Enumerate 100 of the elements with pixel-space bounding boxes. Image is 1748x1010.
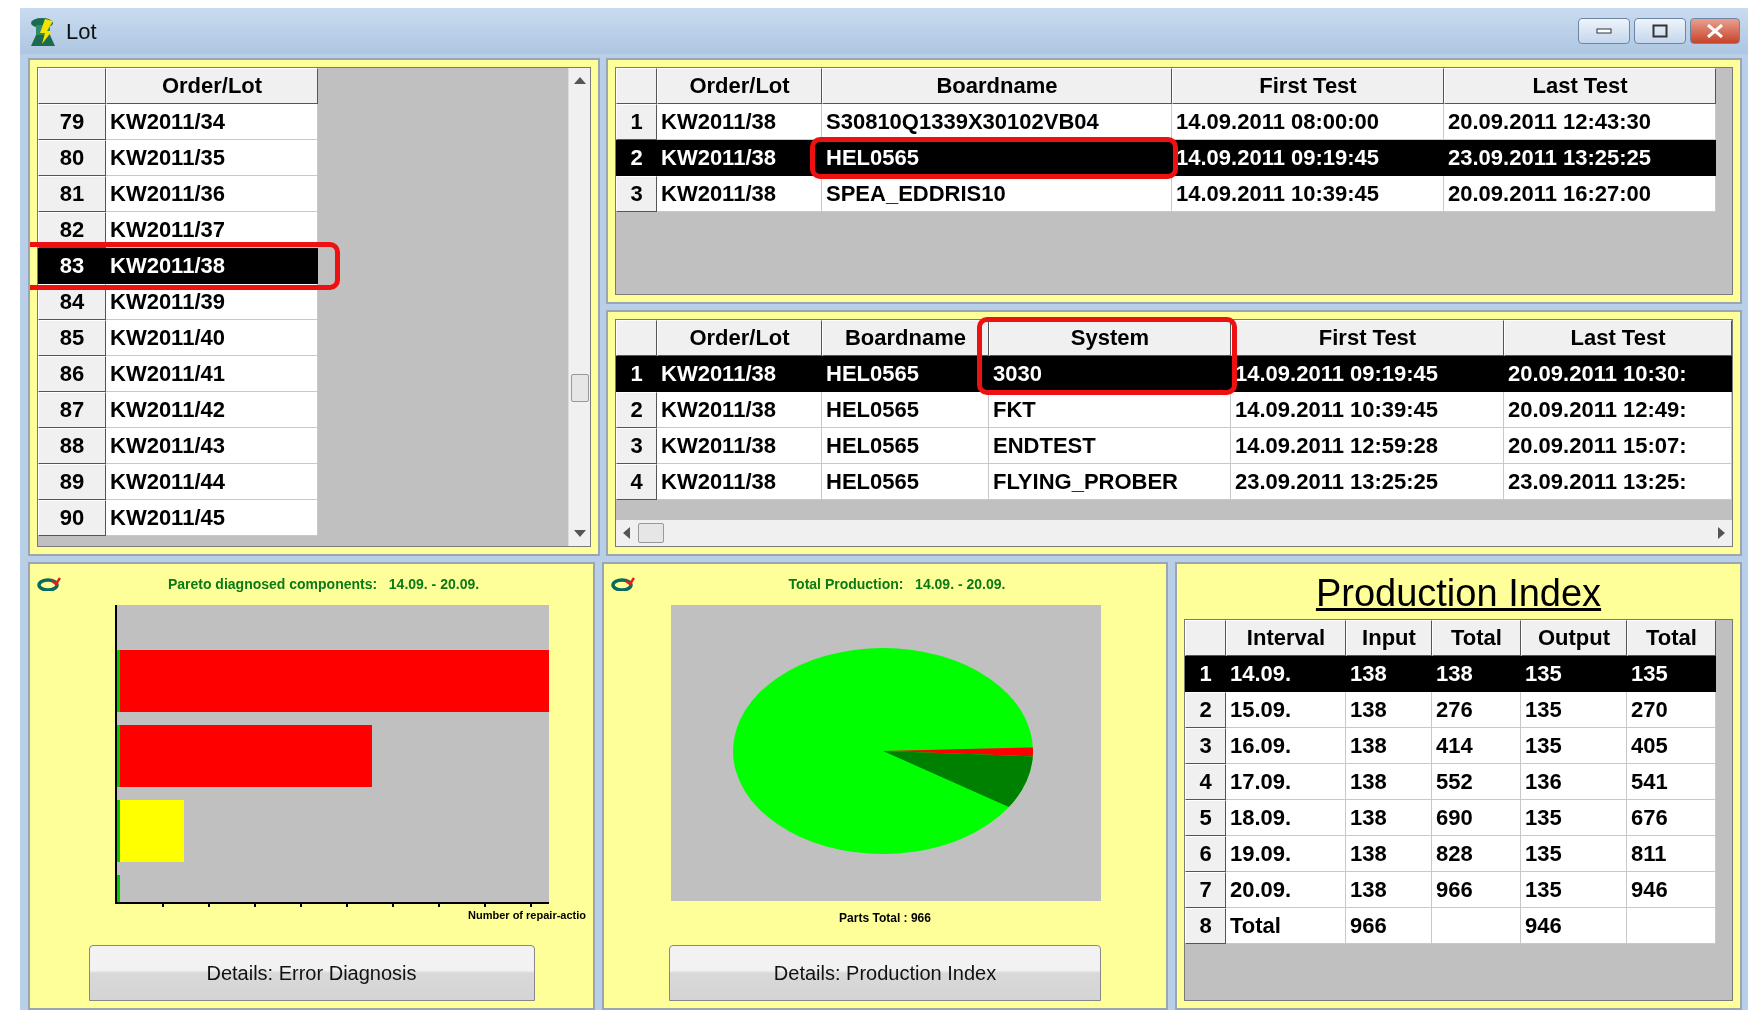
- maximize-button[interactable]: [1634, 18, 1686, 44]
- row-header[interactable]: 89: [38, 464, 106, 500]
- column-header[interactable]: Last Test: [1444, 68, 1716, 104]
- row-header[interactable]: 86: [38, 356, 106, 392]
- close-button[interactable]: [1690, 18, 1740, 44]
- row-header[interactable]: 3: [616, 176, 657, 212]
- scroll-up-icon[interactable]: [573, 76, 586, 84]
- table-cell: 20.09.2011 12:43:30: [1444, 104, 1716, 140]
- column-header[interactable]: System: [989, 320, 1231, 356]
- table-cell: 414: [1432, 728, 1521, 764]
- row-header[interactable]: 2: [616, 392, 657, 428]
- table-cell: KW2011/38: [657, 428, 822, 464]
- table-cell: 138: [1346, 836, 1432, 872]
- table-cell: 966: [1432, 872, 1521, 908]
- table-cell: 15.09.: [1226, 692, 1346, 728]
- table-cell: KW2011/43: [106, 428, 318, 464]
- table-cell: 16.09.: [1226, 728, 1346, 764]
- column-header[interactable]: Order/Lot: [657, 320, 822, 356]
- table-cell: KW2011/42: [106, 392, 318, 428]
- table-cell: 138: [1432, 656, 1521, 692]
- table-cell: KW2011/38: [657, 392, 822, 428]
- column-header[interactable]: First Test: [1172, 68, 1444, 104]
- table-cell: KW2011/38: [657, 176, 822, 212]
- column-header[interactable]: Input: [1346, 620, 1432, 656]
- row-header[interactable]: 88: [38, 428, 106, 464]
- row-header[interactable]: 8: [1185, 908, 1226, 944]
- row-header[interactable]: 1: [1185, 656, 1226, 692]
- table-cell: 14.09.2011 08:00:00: [1172, 104, 1444, 140]
- row-header[interactable]: 6: [1185, 836, 1226, 872]
- header-corner: [616, 320, 657, 356]
- column-header[interactable]: Order/Lot: [106, 68, 318, 104]
- table-cell: 135: [1521, 728, 1627, 764]
- row-header[interactable]: 1: [616, 356, 657, 392]
- table-cell: 138: [1346, 692, 1432, 728]
- row-header[interactable]: 81: [38, 176, 106, 212]
- table-cell: 135: [1521, 872, 1627, 908]
- table-cell: 690: [1432, 800, 1521, 836]
- table-cell: 23.09.2011 13:25:: [1504, 464, 1732, 500]
- table-cell: KW2011/38: [657, 104, 822, 140]
- row-header[interactable]: 5: [1185, 800, 1226, 836]
- table-cell: KW2011/41: [106, 356, 318, 392]
- table-cell: 19.09.: [1226, 836, 1346, 872]
- row-header[interactable]: 7: [1185, 872, 1226, 908]
- table-cell: 14.09.2011 09:19:45: [1172, 140, 1444, 176]
- row-header[interactable]: 4: [1185, 764, 1226, 800]
- table-cell: 14.09.2011 10:39:45: [1172, 176, 1444, 212]
- table-cell: KW2011/38: [657, 140, 822, 176]
- column-header[interactable]: Boardname: [822, 320, 989, 356]
- row-header[interactable]: 2: [1185, 692, 1226, 728]
- app-icon: [28, 15, 58, 47]
- logo-icon: [611, 577, 635, 591]
- table-cell: KW2011/35: [106, 140, 318, 176]
- scroll-right-icon[interactable]: [1718, 527, 1726, 539]
- chart-title: Total Production: 14.09. - 20.09.: [787, 574, 1007, 594]
- row-header[interactable]: 2: [616, 140, 657, 176]
- table-cell: 946: [1627, 872, 1716, 908]
- table-cell: 138: [1346, 728, 1432, 764]
- row-header[interactable]: 83: [38, 248, 106, 284]
- minimize-icon: [1596, 28, 1612, 34]
- column-header[interactable]: Last Test: [1504, 320, 1732, 356]
- table-cell: 23.09.2011 13:25:25: [1444, 140, 1716, 176]
- table-cell: 405: [1627, 728, 1716, 764]
- maximize-icon: [1652, 24, 1668, 38]
- table-cell: KW2011/38: [657, 356, 822, 392]
- table-cell: 828: [1432, 836, 1521, 872]
- horizontal-scrollbar[interactable]: [616, 520, 1732, 546]
- table-cell: 552: [1432, 764, 1521, 800]
- table-cell: 946: [1521, 908, 1627, 944]
- scroll-thumb[interactable]: [638, 523, 664, 543]
- column-header[interactable]: Total: [1432, 620, 1521, 656]
- scroll-thumb[interactable]: [570, 374, 589, 402]
- row-header[interactable]: 90: [38, 500, 106, 536]
- row-header[interactable]: 80: [38, 140, 106, 176]
- column-header[interactable]: Total: [1627, 620, 1716, 656]
- row-header[interactable]: 3: [1185, 728, 1226, 764]
- table-cell: 23.09.2011 13:25:25: [1231, 464, 1504, 500]
- row-header[interactable]: 4: [616, 464, 657, 500]
- vertical-scrollbar[interactable]: [568, 68, 590, 546]
- column-header[interactable]: Boardname: [822, 68, 1172, 104]
- row-header[interactable]: 85: [38, 320, 106, 356]
- table-cell: FLYING_PROBER: [989, 464, 1231, 500]
- column-header[interactable]: Output: [1521, 620, 1627, 656]
- table-cell: 14.09.2011 09:19:45: [1231, 356, 1504, 392]
- table-cell: 135: [1521, 692, 1627, 728]
- row-header[interactable]: 87: [38, 392, 106, 428]
- details-button[interactable]: Details: Error Diagnosis: [88, 945, 535, 1001]
- row-header[interactable]: 1: [616, 104, 657, 140]
- chart-bar: [117, 875, 120, 903]
- table-cell: KW2011/44: [106, 464, 318, 500]
- scroll-down-icon[interactable]: [573, 530, 586, 538]
- table-cell: Total: [1226, 908, 1346, 944]
- table-cell: 17.09.: [1226, 764, 1346, 800]
- header-corner: [38, 68, 106, 104]
- column-header[interactable]: Order/Lot: [657, 68, 822, 104]
- row-header[interactable]: 3: [616, 428, 657, 464]
- column-header[interactable]: Interval: [1226, 620, 1346, 656]
- row-header[interactable]: 79: [38, 104, 106, 140]
- column-header[interactable]: First Test: [1231, 320, 1504, 356]
- scroll-left-icon[interactable]: [622, 527, 630, 539]
- details-button[interactable]: Details: Production Index: [669, 945, 1101, 1001]
